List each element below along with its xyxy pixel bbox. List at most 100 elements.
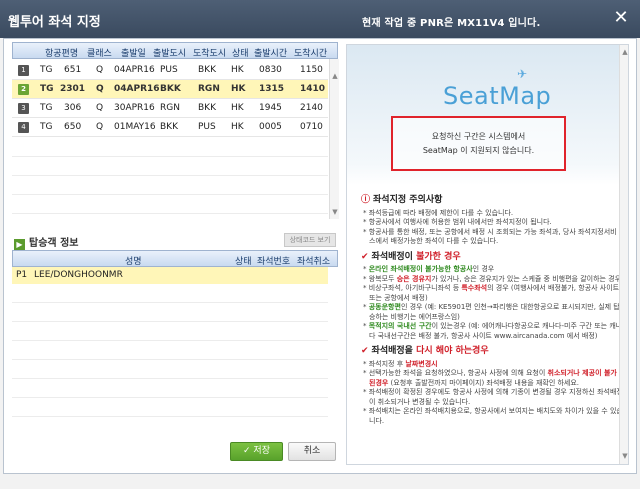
cell-airline: TG [40, 122, 53, 132]
item-post: 가 있거나, 승은 경유지가 있는 스케쥴 중 비행편을 갈이하는 경우 [431, 274, 622, 283]
cell-dep: 0005 [259, 122, 282, 132]
caution-item: * 좌석등급에 따라 배정에 제한이 다를 수 있습니다. [363, 208, 514, 217]
scroll-up-icon[interactable]: ▲ [620, 47, 628, 57]
empty-row [12, 322, 328, 341]
info-section: ⓘ 좌석지정 주의사항 * 좌석등급에 따라 배정에 제한이 다를 수 있습니다.… [361, 190, 623, 426]
cell-class: Q [96, 122, 104, 132]
caution-item: * 항공사에서 여행사에 허용한 범위 내에서만 좌석지정이 됩니다. [363, 218, 552, 226]
cell-arr: 2140 [300, 103, 323, 113]
empty-row [12, 341, 328, 360]
redo-title: ✔ 좌석배정을 다시 해야 하는경우 [361, 346, 623, 357]
cell-from: BKK [160, 122, 178, 132]
item-highlight: 날짜변경시 [405, 359, 438, 368]
row-number-badge: 3 [18, 103, 29, 114]
passenger-row[interactable]: P1 LEE/DONGHOONMR [12, 267, 328, 284]
empty-row [12, 398, 328, 417]
item-post: (요청후 출발전까지 마이페이지) 좌석배정 내용을 재확인 하세요. [388, 378, 580, 387]
cell-class: Q [96, 103, 104, 113]
cell-arr: 0710 [300, 122, 323, 132]
cell-date: 04APR16 [114, 84, 160, 94]
cell-dep: 1315 [259, 84, 285, 94]
cell-date: 01MAY16 [114, 122, 156, 132]
save-button[interactable]: ✓ 저장 [230, 442, 283, 461]
status-code-button[interactable]: 상태코드 보기 [284, 233, 336, 247]
col-seat-cancel: 좌석취소 [297, 257, 331, 267]
item-pre: 좌석지정 후 [368, 359, 406, 368]
caution-item: * 항공사를 통한 배정, 또는 공항에서 배정 시 조회되는 가능 좌석과, … [363, 227, 617, 246]
scroll-up-icon[interactable]: ▲ [330, 71, 340, 81]
redo-title-red: 다시 해야 하는경우 [416, 346, 489, 356]
seatmap-panel: ✈ SeatMap 요청하신 구간은 시스템에서 SeatMap 이 지원되지 … [346, 44, 629, 465]
flight-row[interactable]: 1 TG 651 Q 04APR16 PUS BKK HK 0830 1150 [12, 61, 328, 80]
caution-text: 항공사에서 여행사에 허용한 범위 내에서만 좌석지정이 됩니다. [368, 218, 552, 226]
cell-airline: TG [40, 65, 53, 75]
row-number-badge: 1 [18, 65, 29, 76]
empty-row [12, 379, 328, 398]
scroll-down-icon[interactable]: ▼ [620, 451, 628, 461]
cell-to: PUS [198, 122, 216, 132]
impossible-item: * 비상구좌석, 아기바구니좌석 등 특수좌석의 경우 (여행사에서 배정불가,… [363, 284, 620, 302]
item-post: 인 경우 (예: KE5901편 인천→파리행은 대한항공으로 표시되지만, 실… [369, 303, 620, 321]
cell-status: HK [231, 103, 244, 113]
flight-row[interactable]: 3 TG 306 Q 30APR16 RGN BKK HK 1945 2140 [12, 99, 328, 118]
passenger-id: P1 [16, 270, 28, 280]
col-seat: 좌석번호 [257, 257, 291, 267]
col-from: 출발도시 [153, 49, 187, 59]
cell-status: HK [231, 65, 244, 75]
redo-item: * 좌석지정 후 날짜변경시 [363, 359, 438, 368]
empty-row [12, 284, 328, 303]
cell-arr: 1410 [300, 84, 326, 94]
col-date: 출발일 [121, 49, 146, 59]
cell-flight: 651 [64, 65, 82, 75]
cell-dep: 0830 [259, 65, 282, 75]
impossible-title-red: 불가한 경우 [416, 251, 461, 262]
item-post: 인 경우 [472, 265, 495, 273]
cell-flight: 650 [64, 122, 82, 132]
seatmap-logo: SeatMap [443, 82, 552, 110]
empty-row [12, 138, 328, 157]
impossible-item: * 온라인 좌석배정이 불가능한 항공사인 경우 [363, 265, 495, 273]
cell-class: Q [96, 84, 104, 94]
cell-from: RGN [160, 103, 180, 113]
empty-row [12, 157, 328, 176]
item-pre: 비상구좌석, 아기바구니좌석 등 [368, 284, 462, 292]
row-number-badge: 4 [18, 122, 29, 133]
pnr-info: 현재 작업 중 PNR은 MX11V4 입니다. [362, 18, 541, 29]
flight-row[interactable]: 4 TG 650 Q 01MAY16 BKK PUS HK 0005 0710 [12, 118, 328, 137]
col-pax-status: 상태 [235, 257, 252, 267]
flight-list-scrollbar[interactable]: ▲ ▼ [329, 59, 339, 219]
col-arr: 도착시간 [294, 49, 328, 59]
col-dep: 출발시간 [254, 49, 288, 59]
scroll-down-icon[interactable]: ▼ [330, 207, 340, 217]
notice-line-2: SeatMap 이 지원되지 않습니다. [422, 146, 535, 155]
item-highlight: 목적지의 국내선 구간 [368, 322, 432, 330]
caution-text: 항공사를 통한 배정, 또는 공항에서 배정 시 조회되는 가능 좌석과, 당사… [368, 227, 617, 246]
cell-class: Q [96, 65, 104, 75]
item-highlight: 온라인 좌석배정이 불가능한 항공사 [368, 265, 473, 273]
flight-row-selected[interactable]: 2 TG 2301 Q 04APR16 BKK RGN HK 1315 1410 [12, 80, 328, 99]
cell-airline: TG [40, 103, 53, 113]
redo-item: * 좌석배치는 온라인 좌석배치용으로, 항공사에서 보여지는 배치도와 차이가… [363, 407, 623, 425]
col-class: 클래스 [87, 49, 112, 59]
cell-status: HK [231, 122, 244, 132]
impossible-item: * 목적지의 국내선 구간이 있는경우 (예: 에어캐나다항공으로 캐나다-미주… [363, 322, 623, 340]
item-highlight: 승은 경유지 [396, 274, 432, 283]
check-icon: ✔ [361, 346, 369, 356]
airplane-icon: ✈ [517, 67, 528, 81]
redo-title-pre: 좌석배정을 [371, 346, 417, 356]
close-icon[interactable]: ✕ [612, 9, 630, 27]
passenger-section-label: 탑승객 정보 [29, 238, 79, 249]
col-status: 상태 [232, 49, 249, 59]
flight-table-header: 항공편명 클래스 출발일 출발도시 도착도시 상태 출발시간 도착시간 [12, 42, 338, 59]
cell-arr: 1150 [300, 65, 323, 75]
col-to: 도착도시 [193, 49, 227, 59]
item-pre: 좌석배치는 온라인 좌석배치용으로, 항공사에서 보여지는 배치도와 차이가 있… [368, 407, 623, 425]
cancel-button[interactable]: 취소 [288, 442, 336, 461]
cell-flight: 2301 [60, 84, 86, 94]
cell-to: BKK [198, 103, 216, 113]
cell-to: BKK [198, 65, 216, 75]
unsupported-notice: 요청하신 구간은 시스템에서 SeatMap 이 지원되지 않습니다. [391, 116, 566, 171]
info-scrollbar[interactable]: ▲ ▼ [619, 45, 628, 464]
cell-from: PUS [160, 65, 178, 75]
empty-row [12, 176, 328, 195]
